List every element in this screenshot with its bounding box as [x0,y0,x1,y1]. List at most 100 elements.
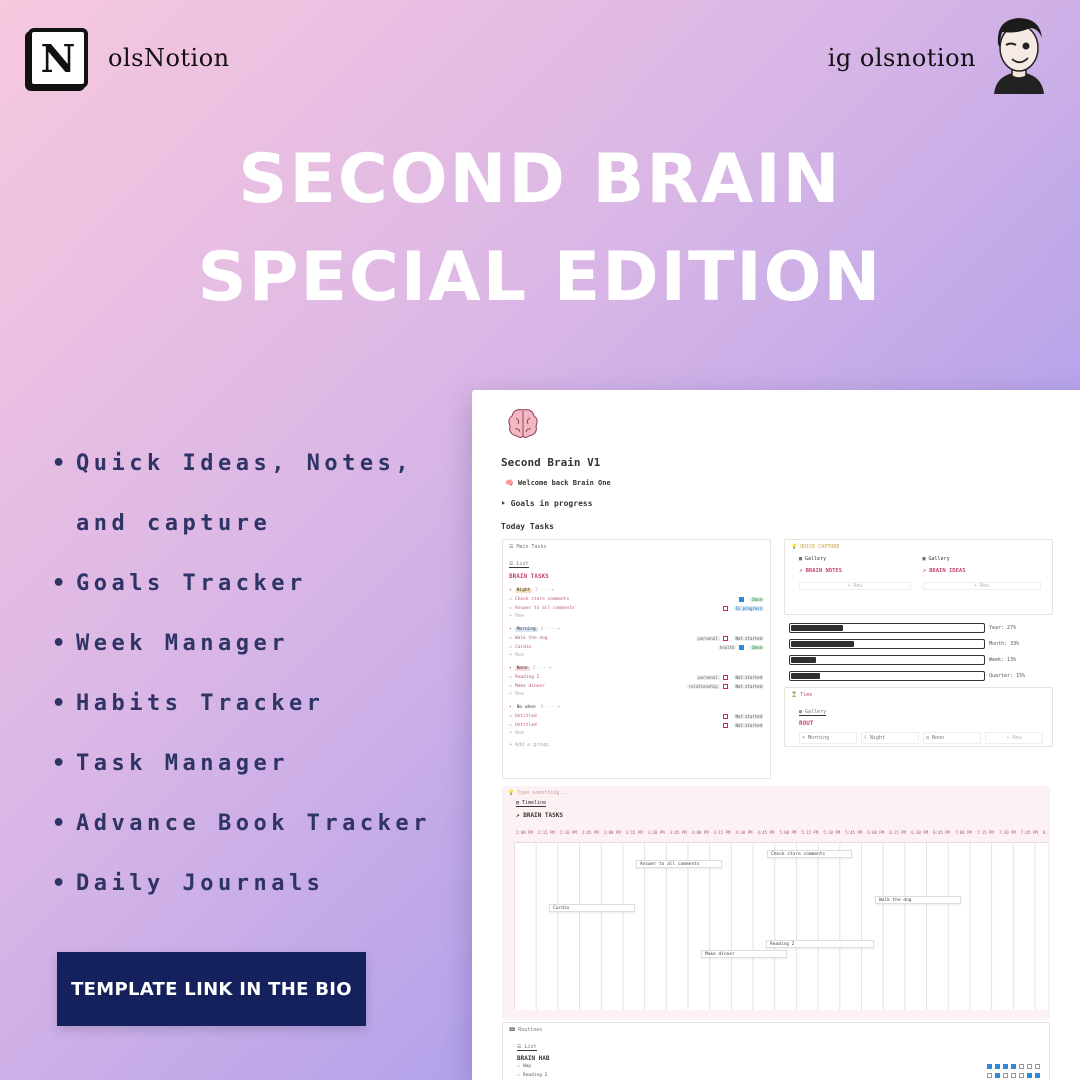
checkbox[interactable] [722,684,728,689]
template-link-button[interactable]: TEMPLATE LINK IN THE BIO [57,952,366,1026]
task-row[interactable]: ▫ Untitled Not started [509,721,764,730]
timeline-tick-label: 7:00 PM [955,830,972,835]
brain-hab-heading: BRAIN HAB [517,1055,550,1062]
timeline-tick-label: 3:15 PM [625,830,643,835]
checkbox[interactable] [739,597,745,602]
features-list: • Quick Ideas, Notes, and capture • Goals … [52,434,456,914]
habit-checkbox[interactable] [1035,1064,1040,1069]
brain-ideas-link[interactable]: ↗ BRAIN IDEAS [923,568,1047,574]
goals-toggle[interactable]: ‣ Goals in progress [501,499,593,508]
progress-bars: Year: 27% Month: 33% Week: 13% Quarter: … [789,620,1025,684]
checkbox[interactable] [722,636,728,641]
timeline-tick-label: 4:15 PM [713,830,731,835]
task-group-header[interactable]: ▾ No when 2 ··· + [509,703,764,712]
timeline-tick-label: 6:15 PM [889,830,907,835]
habit-checkbox[interactable] [995,1073,1000,1078]
habit-rows: ▫ Nap ▫ Reading 2 [517,1062,1043,1080]
task-row[interactable]: ▫ Answer to all comments In progress [509,604,764,613]
timeline-tab[interactable]: ▤ Timeline [516,800,547,807]
habit-checkbox[interactable] [1019,1064,1024,1069]
task-group-header[interactable]: ▾ Night 2 ··· + [509,586,764,595]
add-group-button[interactable]: + Add a group [509,742,764,748]
timeline-tick-label: 7:15 PM [977,830,994,835]
habit-checkbox[interactable] [1035,1073,1040,1078]
timeline-tick-label: 7:30 PM [998,830,1016,835]
timeline-tick-label: 6:00 PM [867,830,885,835]
timeline-item[interactable]: Answer to all comments [636,860,722,868]
progress-fill [791,625,843,631]
progress-quarter: Quarter: 15% [789,668,1025,684]
habit-row[interactable]: ▫ Nap [517,1062,1043,1071]
task-row[interactable]: ▫ Untitled Not started [509,712,764,721]
habit-checkbox[interactable] [1027,1073,1032,1078]
new-note-button[interactable]: + New [799,582,911,590]
timeline-panel: 💡 Type something... ▤ Timeline ↗ BRAIN T… [502,786,1050,1020]
new-idea-button[interactable]: + New [922,582,1041,590]
checkbox[interactable] [722,714,728,719]
main-tasks-label: ☰ Main Tasks [509,544,547,550]
new-task-button[interactable]: + New [509,613,764,619]
checkbox[interactable] [722,606,728,611]
brain-icon [508,409,538,438]
habit-checkbox[interactable] [995,1064,1000,1069]
type-something-input[interactable]: 💡 Type something... [508,790,568,796]
feature-item: • Advance Book Tracker [52,811,431,836]
habit-checkbox[interactable] [987,1064,992,1069]
timeline-tick-label: 2:45 PM [581,830,599,835]
habit-checkbox[interactable] [1011,1064,1016,1069]
timeline-tick-label: 3:00 PM [603,830,621,835]
title-line-1: SECOND BRAIN [238,140,842,219]
habit-checkbox[interactable] [1003,1073,1008,1078]
page-title: Second Brain V1 [501,456,601,469]
checkbox[interactable] [722,675,728,680]
new-task-button[interactable]: + New [509,652,764,658]
timeline-item[interactable]: Walk the dog [875,896,961,904]
gallery-tab[interactable]: ▦ Gallery [799,556,919,562]
list-tab[interactable]: ☰ List [517,1044,537,1051]
task-group-header[interactable]: ▾ Morning 2 ··· + [509,625,764,634]
routine-card-night[interactable]: ☾ Night [861,732,919,744]
new-task-button[interactable]: + New [509,691,764,697]
routines-label: 📼 Routines [509,1027,543,1033]
gallery-tab[interactable]: ▦ Gallery [799,709,827,716]
gallery-tab[interactable]: ▦ Gallery [923,556,1047,562]
brain-notes-link[interactable]: ↗ BRAIN NOTES [799,568,919,574]
progress-fill [791,673,820,679]
task-group-header[interactable]: ▾ Noon 2 ··· + [509,664,764,673]
task-row[interactable]: ▫ Check store comments Done [509,595,764,604]
habit-checkbox[interactable] [987,1073,992,1078]
progress-week: Week: 13% [789,652,1025,668]
notion-logo: N [28,28,88,88]
task-row[interactable]: ▫ Cardio health Done [509,643,764,652]
timeline-item[interactable]: Cardio [549,904,635,912]
habit-checkbox[interactable] [1027,1064,1032,1069]
checkbox[interactable] [739,645,745,650]
tab-list[interactable]: ☰ List [509,561,529,568]
habit-checkbox[interactable] [1011,1073,1016,1078]
notion-screenshot: Second Brain V1 🧠 Welcome back Brain One… [472,390,1080,1080]
title-line-2: SPECIAL EDITION [197,238,883,317]
brain-tasks-heading: BRAIN TASKS [509,573,549,580]
timeline-item[interactable]: Check store comments [767,850,852,858]
routine-card-noon[interactable]: ◷ Noon [923,732,981,744]
rout-heading: ROUT [799,720,814,727]
progress-month: Month: 33% [789,636,1025,652]
timeline-tick-label: 4:45 PM [757,830,775,835]
habit-checkbox[interactable] [1003,1064,1008,1069]
task-row[interactable]: ▫ Walk the dog personal Not started [509,634,764,643]
timeline-tick-label: 4:00 PM [691,830,709,835]
habit-checkbox[interactable] [1019,1073,1024,1078]
feature-item: • Daily Journals [52,871,325,896]
new-task-button[interactable]: + New [509,730,764,736]
routine-new-button[interactable]: + New [985,732,1043,744]
timeline-item[interactable]: Reading 2 [766,940,874,948]
task-row[interactable]: ▫ Reading 2 personal Not started [509,673,764,682]
habit-row[interactable]: ▫ Reading 2 [517,1071,1043,1080]
checkbox[interactable] [722,723,728,728]
task-row[interactable]: ▫ Make dinner relationship Not started [509,682,764,691]
feature-item: • Week Manager [52,631,289,656]
timeline-item[interactable]: Make dinner [701,950,787,958]
time-label: ⏳ Time [791,692,813,698]
routine-card-morning[interactable]: ☀ Morning [799,732,857,744]
timeline-tick-label: 2:30 PM [559,830,577,835]
